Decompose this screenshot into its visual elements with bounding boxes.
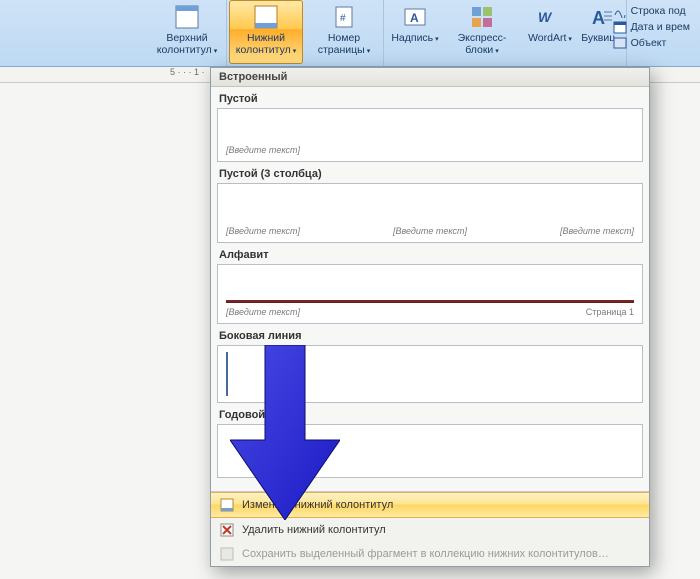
signature-line-label: Строка под	[631, 5, 686, 17]
gallery-item-label: Алфавит	[219, 249, 641, 261]
quickparts-button[interactable]: Экспресс-блоки	[442, 0, 522, 64]
save-selection-label: Сохранить выделенный фрагмент в коллекци…	[242, 548, 609, 560]
ribbon-side-list: Строка под Дата и врем Объект	[613, 4, 690, 50]
bottom-header-label: Нижний колонтитул	[234, 33, 298, 56]
page-number-button[interactable]: # Номер страницы	[307, 0, 381, 64]
header-icon	[173, 3, 201, 31]
gallery-header: Встроенный	[211, 68, 649, 87]
top-header-button[interactable]: Верхний колонтитул	[150, 0, 224, 64]
page-number-label: Номер страницы	[312, 33, 376, 56]
gallery-item-annual[interactable]	[217, 424, 643, 478]
top-header-label: Верхний колонтитул	[155, 33, 219, 56]
placeholder-text: [Введите текст]	[560, 226, 634, 236]
svg-text:A: A	[410, 11, 419, 25]
object-icon	[613, 36, 627, 50]
placeholder-text: [Введите текст]	[393, 226, 467, 236]
quickparts-icon	[468, 3, 496, 31]
edit-footer-menuitem[interactable]: Изменить нижний колонтитул	[211, 492, 649, 518]
ruler-marks: 5 · · · 1 ·	[170, 67, 205, 77]
gallery-item-alphabet[interactable]: [Введите текст] Страница 1	[217, 264, 643, 324]
side-line	[226, 352, 228, 396]
ribbon-group-pagenum: # Номер страницы	[305, 0, 384, 66]
save-selection-menuitem: Сохранить выделенный фрагмент в коллекци…	[211, 542, 649, 566]
wordart-icon: W	[536, 3, 564, 31]
datetime-label: Дата и врем	[631, 21, 690, 33]
svg-text:A: A	[592, 8, 605, 28]
hash-icon: #	[330, 3, 358, 31]
footer-gallery-dropdown: Встроенный Пустой [Введите текст] Пустой…	[210, 67, 650, 567]
page-number-text: Страница 1	[586, 307, 634, 317]
object-label: Объект	[631, 37, 667, 49]
wordart-button[interactable]: W WordArt	[524, 0, 576, 64]
svg-text:W: W	[538, 9, 553, 25]
quickparts-label: Экспресс-блоки	[450, 33, 514, 56]
textbox-label: Надпись	[391, 33, 438, 45]
edit-icon	[219, 497, 235, 513]
footer-icon	[252, 3, 280, 31]
gallery-item-empty[interactable]: [Введите текст]	[217, 108, 643, 162]
gallery-footer: Изменить нижний колонтитул Удалить нижни…	[211, 491, 649, 566]
bottom-header-button[interactable]: Нижний колонтитул	[229, 0, 303, 64]
signature-icon	[613, 4, 627, 18]
remove-footer-menuitem[interactable]: Удалить нижний колонтитул	[211, 518, 649, 542]
remove-icon	[219, 522, 235, 538]
placeholder-text: [Введите текст]	[226, 145, 300, 155]
wordart-label: WordArt	[528, 33, 572, 45]
gallery-item-label: Боковая линия	[219, 330, 641, 342]
textbox-icon: A	[401, 3, 429, 31]
ribbon: Верхний колонтитул Нижний колонтитул # Н…	[0, 0, 700, 67]
placeholder-text: [Введите текст]	[226, 226, 300, 236]
remove-footer-label: Удалить нижний колонтитул	[242, 524, 386, 536]
gallery-item-3col[interactable]: [Введите текст] [Введите текст] [Введите…	[217, 183, 643, 243]
signature-line-button[interactable]: Строка под	[613, 4, 690, 18]
gallery-item-label: Пустой	[219, 93, 641, 105]
svg-text:#: #	[340, 13, 346, 24]
dropcap-icon: A	[587, 3, 615, 31]
gallery-item-label: Годовой	[219, 409, 641, 421]
textbox-button[interactable]: A Надпись	[390, 0, 440, 64]
calendar-icon	[613, 20, 627, 34]
placeholder-text: [Введите текст]	[226, 307, 300, 317]
save-icon	[219, 546, 235, 562]
divider-line	[226, 300, 634, 303]
gallery-item-label: Пустой (3 столбца)	[219, 168, 641, 180]
gallery-body: Пустой [Введите текст] Пустой (3 столбца…	[211, 87, 649, 491]
ribbon-group-headerfooter: Верхний колонтитул	[148, 0, 227, 66]
ribbon-group-text: A Надпись Экспресс-блоки W WordArt A	[384, 0, 627, 66]
datetime-button[interactable]: Дата и врем	[613, 20, 690, 34]
object-button[interactable]: Объект	[613, 36, 690, 50]
ribbon-group-footer: Нижний колонтитул	[227, 0, 305, 66]
edit-footer-label: Изменить нижний колонтитул	[242, 499, 393, 511]
gallery-item-sideline[interactable]	[217, 345, 643, 403]
